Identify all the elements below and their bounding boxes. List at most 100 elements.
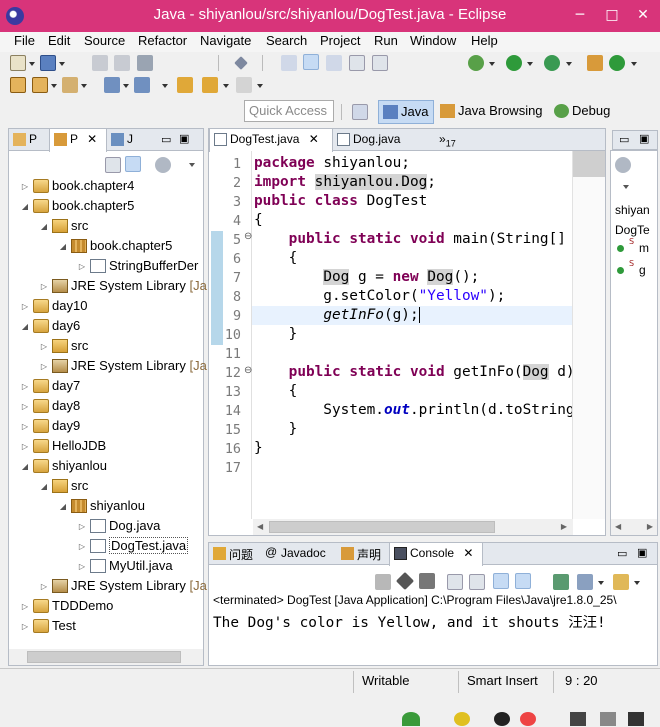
- clear-console-icon[interactable]: [447, 574, 463, 590]
- paragraph-icon[interactable]: [372, 55, 388, 71]
- prev-annotation-icon[interactable]: [134, 77, 150, 93]
- view-menu-dots-icon[interactable]: [155, 157, 171, 173]
- tab-package-explorer[interactable]: P ✕: [49, 129, 107, 152]
- collapsed-arrow-icon[interactable]: ▷: [19, 617, 31, 637]
- pin-console-icon[interactable]: [553, 574, 569, 590]
- outline-method-getinfo[interactable]: g: [639, 263, 646, 277]
- perspective-debug[interactable]: Debug: [550, 100, 620, 124]
- perspective-java[interactable]: Java: [378, 100, 434, 124]
- tree-item[interactable]: ◢ src: [38, 476, 88, 496]
- collapsed-arrow-icon[interactable]: ▷: [38, 277, 50, 297]
- run-coverage-icon[interactable]: [544, 55, 560, 71]
- chevron-down-icon[interactable]: [634, 581, 640, 585]
- collapsed-arrow-icon[interactable]: ▷: [19, 377, 31, 397]
- tree-item[interactable]: ▷ HelloJDB: [19, 436, 106, 456]
- save-disabled-icon[interactable]: [92, 55, 108, 71]
- run-icon[interactable]: [506, 55, 522, 71]
- collapsed-arrow-icon[interactable]: ▷: [19, 437, 31, 457]
- tray-icon[interactable]: [628, 712, 644, 726]
- outline-class[interactable]: DogTe: [615, 223, 650, 237]
- tree-item[interactable]: ▷ day9: [19, 416, 80, 436]
- tree-item[interactable]: ▷ StringBufferDer: [76, 256, 198, 276]
- block-select-icon[interactable]: [326, 55, 342, 71]
- debug-icon[interactable]: [468, 55, 484, 71]
- outline-method-main[interactable]: m: [639, 241, 649, 255]
- outline-scrollbar[interactable]: ◀ ▶: [611, 519, 657, 535]
- show-whitespace-icon[interactable]: [349, 55, 365, 71]
- tab-declaration[interactable]: 声明: [337, 543, 389, 565]
- outline-package[interactable]: shiyan: [615, 203, 650, 217]
- chevron-down-icon[interactable]: [51, 84, 57, 88]
- collapsed-arrow-icon[interactable]: ▷: [19, 297, 31, 317]
- chevron-down-icon[interactable]: [598, 581, 604, 585]
- chevron-down-icon[interactable]: [59, 62, 65, 66]
- close-icon[interactable]: ✕: [463, 546, 473, 560]
- save-all-icon[interactable]: [114, 55, 130, 71]
- menu-navigate[interactable]: Navigate: [200, 33, 251, 48]
- print-icon[interactable]: [137, 55, 153, 71]
- expanded-arrow-icon[interactable]: ◢: [38, 217, 50, 237]
- new-package-icon[interactable]: [587, 55, 603, 71]
- fold-collapse-icon[interactable]: ⊖: [244, 365, 252, 376]
- minimize-view-icon[interactable]: ▭: [161, 133, 171, 146]
- menu-window[interactable]: Window: [410, 33, 456, 48]
- console-output[interactable]: The Dog's color is Yellow, and it shouts…: [213, 611, 606, 632]
- terminate-icon[interactable]: [375, 574, 391, 590]
- collapsed-arrow-icon[interactable]: ▷: [19, 417, 31, 437]
- editor-horizontal-scrollbar[interactable]: ◀ ▶: [253, 519, 573, 535]
- tree-item[interactable]: ◢ day6: [19, 316, 80, 336]
- collapsed-arrow-icon[interactable]: ▷: [19, 397, 31, 417]
- chevron-down-icon[interactable]: [81, 84, 87, 88]
- tree-item[interactable]: ▷ JRE System Library [Ja: [38, 576, 207, 596]
- close-icon[interactable]: ✕: [87, 132, 97, 146]
- next-annotation-icon[interactable]: [104, 77, 120, 93]
- tray-icon[interactable]: [570, 712, 586, 726]
- tray-icon[interactable]: [454, 712, 470, 726]
- tree-item[interactable]: ▷ day7: [19, 376, 80, 396]
- menu-refactor[interactable]: Refactor: [138, 33, 187, 48]
- chevron-down-icon[interactable]: [123, 84, 129, 88]
- link-editor-icon[interactable]: [125, 156, 141, 172]
- last-edit-icon[interactable]: [177, 77, 193, 93]
- forward-icon[interactable]: [236, 77, 252, 93]
- tree-item[interactable]: ▷ TDDDemo: [19, 596, 113, 616]
- tab-problems[interactable]: 问题: [209, 543, 261, 565]
- fold-collapse-icon[interactable]: ⊖: [244, 231, 252, 242]
- tab-dog-java[interactable]: Dog.java: [333, 129, 433, 151]
- chevron-down-icon[interactable]: [29, 62, 35, 66]
- close-button[interactable]: ✕: [626, 0, 660, 30]
- expanded-arrow-icon[interactable]: ◢: [19, 317, 31, 337]
- chevron-down-icon[interactable]: [527, 62, 533, 66]
- quick-access-input[interactable]: Quick Access: [244, 100, 334, 122]
- code-area[interactable]: package shiyanlou; import shiyanlou.Dog;…: [254, 151, 572, 519]
- open-perspective-icon[interactable]: [352, 104, 368, 120]
- minimize-button[interactable]: ─: [564, 0, 596, 30]
- tree-item[interactable]: ▷ DogTest.java: [76, 536, 189, 557]
- tab-dogtest-java[interactable]: DogTest.java ✕: [209, 129, 333, 152]
- maximize-button[interactable]: □: [596, 0, 628, 30]
- back-icon[interactable]: [202, 77, 218, 93]
- remove-launch-icon[interactable]: [395, 571, 415, 591]
- open-task-icon[interactable]: [32, 77, 48, 93]
- collapsed-arrow-icon[interactable]: ▷: [76, 517, 88, 537]
- overview-ruler[interactable]: [572, 151, 605, 519]
- expanded-arrow-icon[interactable]: ◢: [19, 197, 31, 217]
- minimize-view-icon[interactable]: ▭: [619, 133, 629, 146]
- view-menu-icon[interactable]: [623, 185, 629, 189]
- collapsed-arrow-icon[interactable]: ▷: [76, 537, 88, 557]
- wifi-icon[interactable]: [402, 712, 420, 726]
- highlight-icon[interactable]: [303, 54, 319, 70]
- display-console-icon[interactable]: [577, 574, 593, 590]
- scroll-lock-icon[interactable]: [469, 574, 485, 590]
- menu-run[interactable]: Run: [374, 33, 398, 48]
- perspective-java-browsing[interactable]: Java Browsing: [436, 100, 548, 124]
- tab-project-explorer[interactable]: P: [9, 129, 49, 151]
- tree-item[interactable]: ▷ src: [38, 336, 88, 356]
- tab-junit[interactable]: J: [107, 129, 147, 151]
- remove-all-icon[interactable]: [419, 573, 435, 589]
- collapsed-arrow-icon[interactable]: ▷: [19, 177, 31, 197]
- chevron-down-icon[interactable]: [489, 62, 495, 66]
- new-icon[interactable]: [10, 55, 26, 71]
- tree-item[interactable]: ▷ Test: [19, 616, 76, 636]
- toggle-mark-icon[interactable]: [281, 55, 297, 71]
